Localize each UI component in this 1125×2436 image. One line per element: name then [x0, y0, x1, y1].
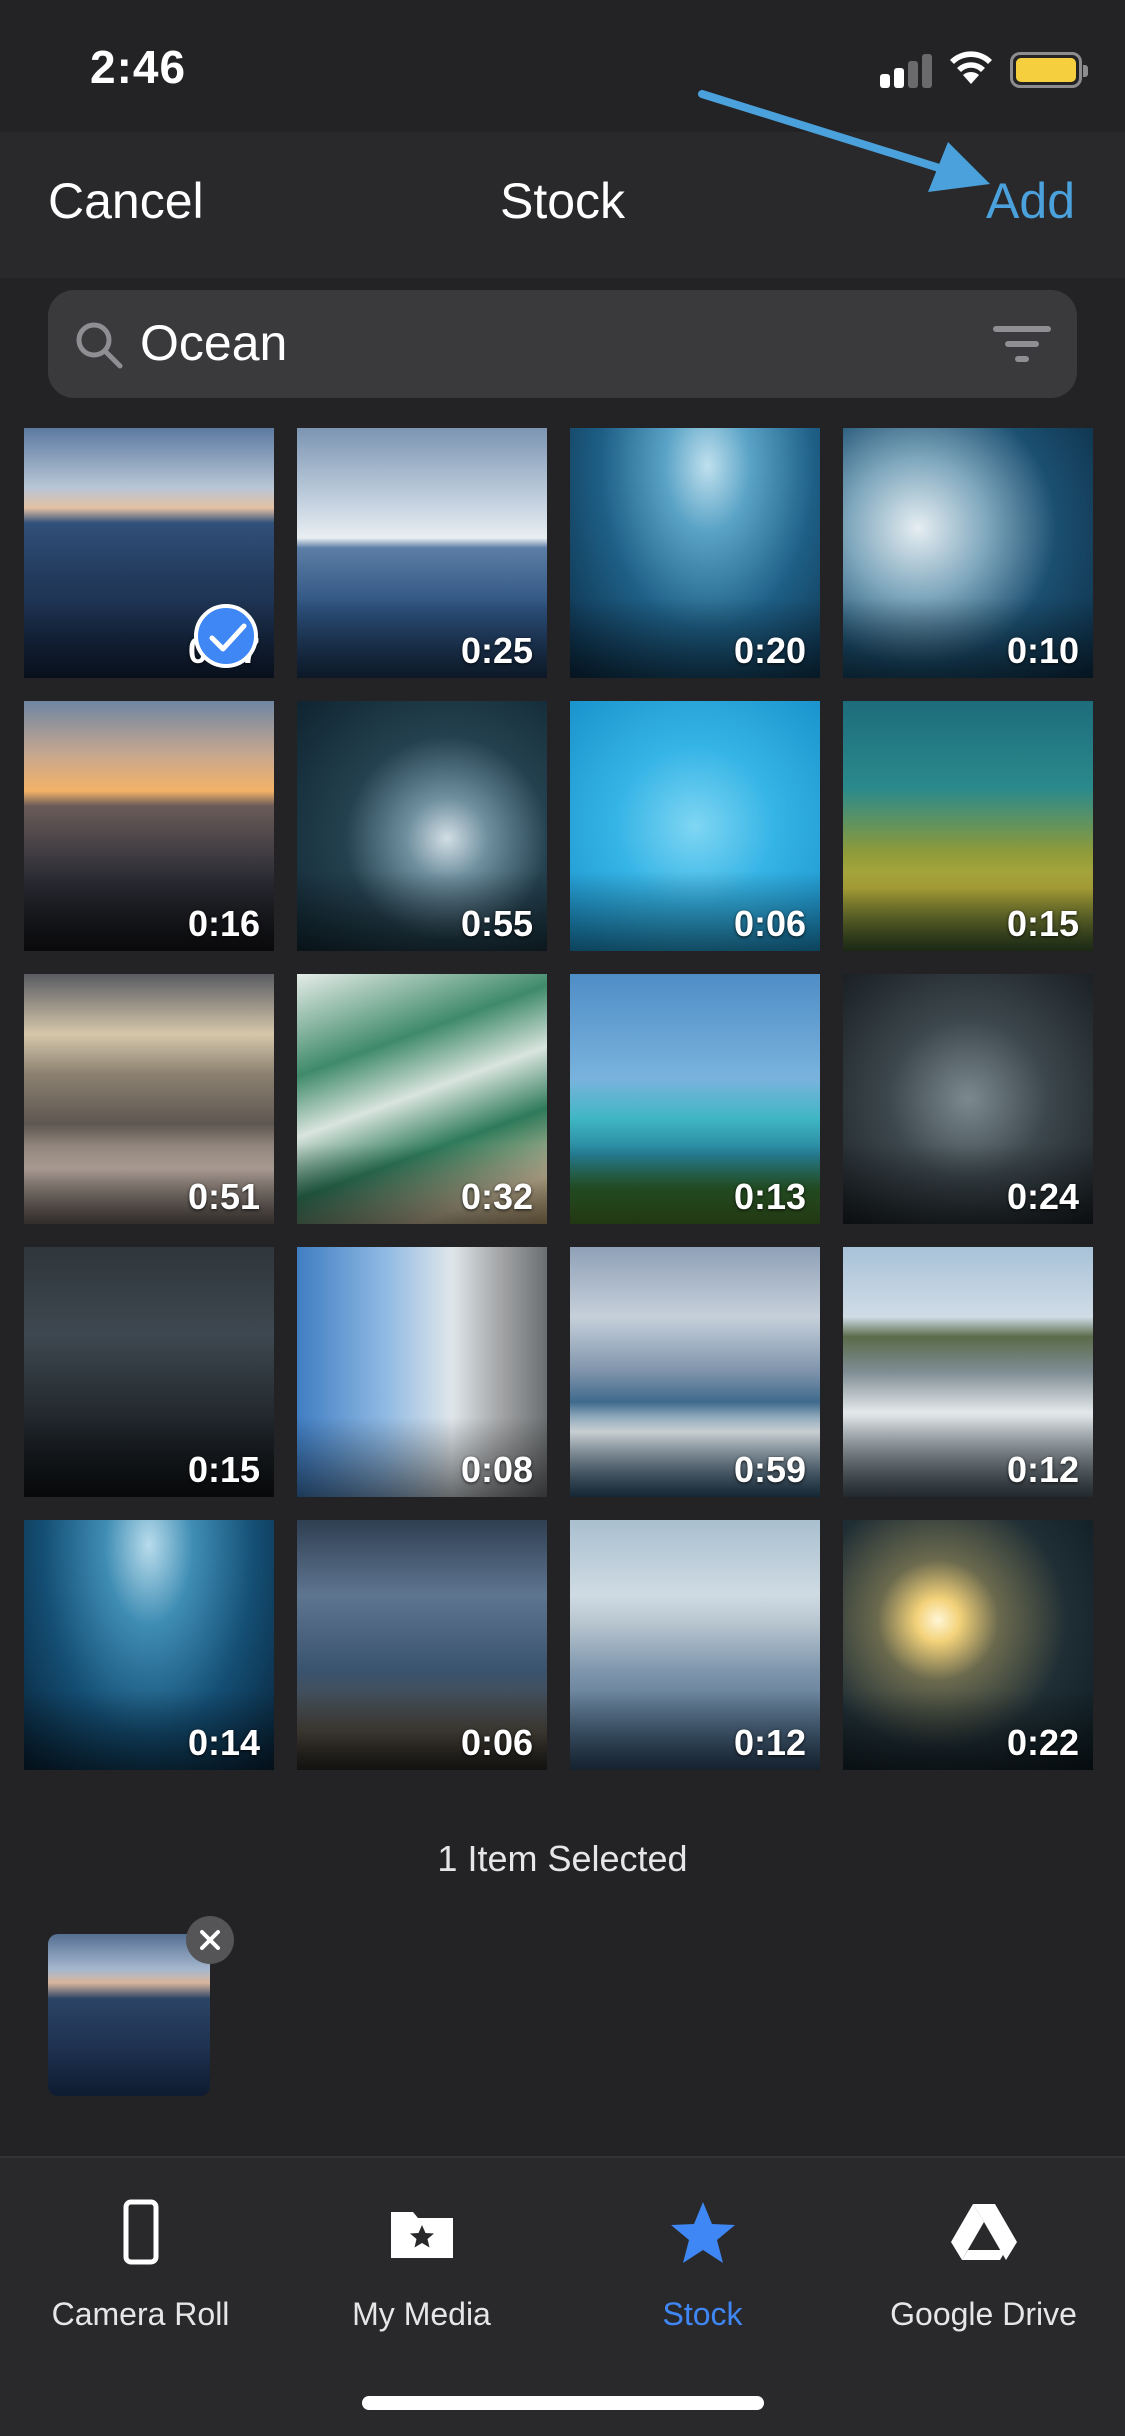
- remove-selected-button[interactable]: [186, 1916, 234, 1964]
- source-tab-bar: Camera Roll My Media Stock Google Drive: [0, 2156, 1125, 2436]
- tab-stock[interactable]: Stock: [562, 2198, 843, 2348]
- video-duration: 0:25: [460, 630, 533, 671]
- selected-checkmark-icon: [194, 604, 258, 668]
- video-thumbnail[interactable]: 0:51: [24, 974, 274, 1224]
- video-thumbnail[interactable]: 0:12: [843, 1247, 1093, 1497]
- tab-my-media[interactable]: My Media: [281, 2198, 562, 2348]
- video-duration: 0:10: [1006, 630, 1079, 671]
- tab-label: Google Drive: [890, 2296, 1077, 2332]
- video-thumbnail[interactable]: 0:15: [24, 1247, 274, 1497]
- video-thumbnail[interactable]: 0:22: [843, 1520, 1093, 1770]
- video-duration: 0:14: [187, 1722, 260, 1763]
- home-indicator: [362, 2396, 764, 2410]
- tab-label: Camera Roll: [51, 2296, 230, 2332]
- video-duration: 0:06: [733, 903, 806, 944]
- video-thumbnail[interactable]: 0:16: [24, 701, 274, 951]
- tab-camera-roll[interactable]: Camera Roll: [0, 2198, 281, 2348]
- filter-icon[interactable]: [993, 324, 1051, 364]
- video-duration: 0:51: [187, 1176, 260, 1217]
- video-thumbnail[interactable]: 0:15: [843, 701, 1093, 951]
- video-thumbnail[interactable]: 0:06: [570, 701, 820, 951]
- battery-icon: [1010, 52, 1088, 88]
- status-time: 2:46: [90, 41, 187, 93]
- video-thumbnail[interactable]: 0:59: [570, 1247, 820, 1497]
- video-duration: 0:12: [733, 1722, 806, 1763]
- cancel-button[interactable]: Cancel: [48, 172, 204, 230]
- video-thumbnail[interactable]: 0:55: [297, 701, 547, 951]
- video-duration: 0:20: [733, 630, 806, 671]
- video-duration: 0:16: [187, 903, 260, 944]
- google-drive-icon: [950, 2204, 1017, 2260]
- video-thumbnail[interactable]: 0:12: [570, 1520, 820, 1770]
- video-duration: 0:06: [460, 1722, 533, 1763]
- close-icon: [200, 1930, 220, 1950]
- video-duration: 0:55: [460, 903, 533, 944]
- folder-star-icon: [390, 2212, 453, 2258]
- search-icon: [76, 322, 123, 369]
- video-thumbnail[interactable]: 0:20: [570, 428, 820, 678]
- search-bar[interactable]: Ocean: [48, 290, 1077, 398]
- video-thumbnail[interactable]: 0:32: [297, 974, 547, 1224]
- tab-label: My Media: [352, 2296, 491, 2332]
- tab-google-drive[interactable]: Google Drive: [843, 2198, 1124, 2348]
- video-thumbnail[interactable]: 0:06: [297, 1520, 547, 1770]
- annotation-arrow-icon: [698, 90, 990, 192]
- selection-count: 1 Item Selected: [437, 1838, 688, 1879]
- tab-label: Stock: [662, 2296, 743, 2332]
- video-thumbnail[interactable]: 0:10: [843, 428, 1093, 678]
- video-thumbnail[interactable]: 0:08: [297, 1247, 547, 1497]
- video-thumbnail[interactable]: 0:13: [570, 974, 820, 1224]
- video-duration: 0:22: [1006, 1722, 1079, 1763]
- video-duration: 0:59: [733, 1449, 806, 1490]
- video-thumbnail[interactable]: 0:24: [843, 974, 1093, 1224]
- video-duration: 0:12: [1006, 1449, 1079, 1490]
- video-thumbnail[interactable]: 0:14: [24, 1520, 274, 1770]
- selected-item-thumbnail[interactable]: [48, 1934, 210, 2096]
- selection-tray: 1 Item Selected: [0, 1788, 1125, 2158]
- video-duration: 0:13: [733, 1176, 806, 1217]
- video-duration: 0:15: [1006, 903, 1079, 944]
- video-duration: 0:24: [1006, 1176, 1079, 1217]
- phone-icon: [123, 2199, 158, 2265]
- video-thumbnail[interactable]: 0:17: [24, 428, 274, 678]
- video-thumbnail[interactable]: 0:25: [297, 428, 547, 678]
- video-duration: 0:08: [460, 1449, 533, 1490]
- stock-video-grid: 0:17 0:25 0:20 0:10 0:16 0:55 0:06 0:15 …: [24, 428, 1094, 1771]
- video-duration: 0:15: [187, 1449, 260, 1490]
- search-input[interactable]: Ocean: [140, 314, 287, 372]
- star-icon: [670, 2202, 735, 2263]
- video-duration: 0:32: [460, 1176, 533, 1217]
